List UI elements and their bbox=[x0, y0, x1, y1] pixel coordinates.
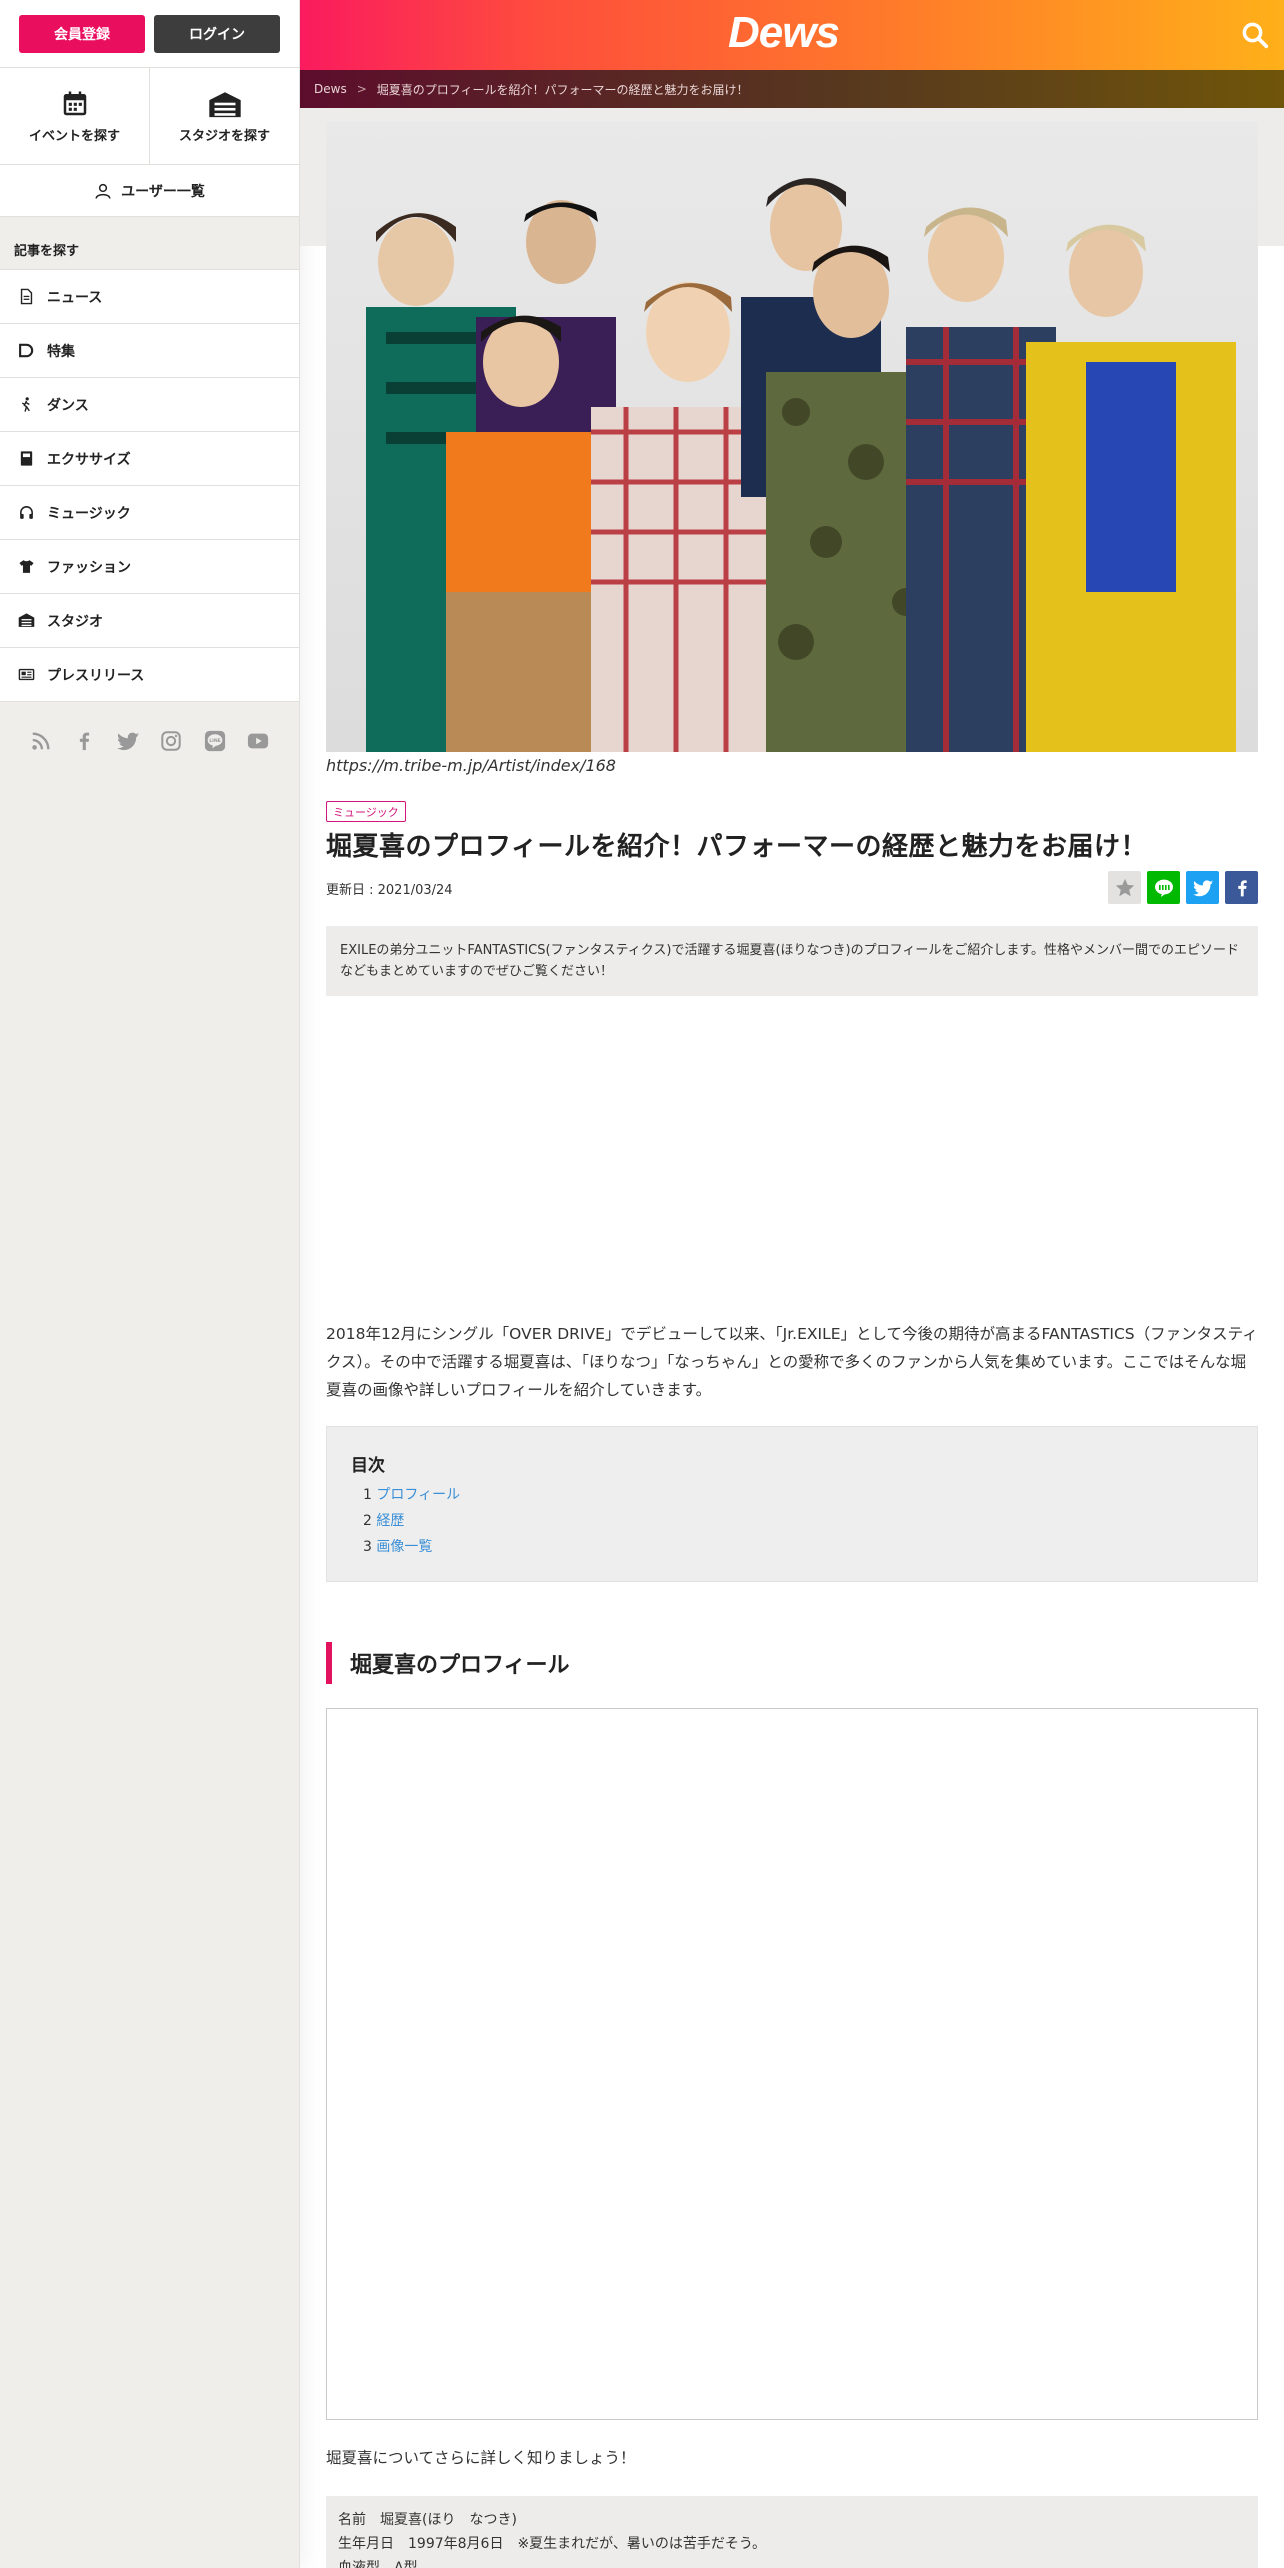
more-info-text: 堀夏喜についてさらに詳しく知りましょう！ bbox=[326, 2449, 636, 2467]
register-button[interactable]: 会員登録 bbox=[19, 14, 145, 53]
image-caption: https://m.tribe-m.jp/Artist/index/168 bbox=[326, 756, 616, 775]
find-studios-button[interactable]: スタジオを探す bbox=[149, 68, 299, 164]
search-icon[interactable] bbox=[1240, 20, 1270, 50]
youtube-icon[interactable] bbox=[246, 728, 272, 754]
intro-paragraph: 2018年12月にシングル「OVER DRIVE」でデビューして以来、「Jr.E… bbox=[326, 1325, 1258, 1399]
breadcrumb-home[interactable]: Dews bbox=[314, 82, 347, 96]
site-logo[interactable]: Dews bbox=[728, 8, 840, 58]
breadcrumb-current: 堀夏喜のプロフィールを紹介！パフォーマーの経歴と魅力をお届け！ bbox=[376, 82, 749, 97]
toc-link-profile[interactable]: プロフィール bbox=[376, 1487, 460, 1503]
lead-summary: EXILEの弟分ユニットFANTASTICS(ファンタスティクス)で活躍する堀夏… bbox=[326, 926, 1258, 996]
user-list-label: ユーザー一覧 bbox=[121, 183, 205, 200]
section-heading: 堀夏喜のプロフィール bbox=[326, 1642, 570, 1684]
toc-number: 1 bbox=[363, 1487, 372, 1503]
category-list: ニュース 特集 ダンス エクササイズ ミュージック ファッション スタジオ プレ… bbox=[0, 269, 299, 702]
calendar-icon bbox=[63, 91, 86, 115]
dancer-icon bbox=[21, 397, 30, 412]
toc-number: 2 bbox=[363, 1513, 372, 1529]
category-dance[interactable]: ダンス bbox=[0, 378, 299, 432]
article-title: 堀夏喜のプロフィールを紹介！パフォーマーの経歴と魅力をお届け！ bbox=[326, 832, 1147, 862]
twitter-share-icon[interactable] bbox=[1186, 871, 1219, 904]
toc-item: 3 画像一覧 bbox=[351, 1534, 1233, 1560]
category-news[interactable]: ニュース bbox=[0, 270, 299, 324]
category-label: ミュージック bbox=[47, 505, 131, 522]
toc-item: 2 経歴 bbox=[351, 1508, 1233, 1534]
category-badge[interactable]: ミュージック bbox=[326, 801, 406, 822]
twitter-icon[interactable] bbox=[115, 728, 141, 754]
profile-line: 名前 堀夏喜(ほり なつき) bbox=[338, 2512, 517, 2528]
facebook-icon[interactable] bbox=[72, 728, 98, 754]
share-buttons bbox=[1108, 871, 1258, 904]
category-label: スタジオ bbox=[47, 613, 103, 630]
category-label: ダンス bbox=[47, 397, 89, 414]
embedded-post[interactable] bbox=[326, 1708, 1258, 2420]
document-icon bbox=[20, 288, 33, 305]
category-label: プレスリリース bbox=[47, 667, 145, 684]
category-label: ニュース bbox=[47, 289, 103, 306]
profile-line: 生年月日 1997年8月6日 ※夏生まれだが、暑いのは苦手だそう。 bbox=[338, 2536, 767, 2552]
user-icon bbox=[95, 183, 111, 199]
group-photo bbox=[326, 122, 1258, 752]
hero-image bbox=[326, 122, 1258, 752]
breadcrumb: Dews > 堀夏喜のプロフィールを紹介！パフォーマーの経歴と魅力をお届け！ bbox=[300, 70, 1284, 108]
instagram-icon[interactable] bbox=[159, 728, 185, 754]
category-label: ファッション bbox=[47, 559, 131, 576]
updated-date: 更新日 : 2021/03/24 bbox=[326, 883, 453, 898]
find-row: イベントを探す スタジオを探す bbox=[0, 68, 299, 165]
toc-title: 目次 bbox=[351, 1456, 385, 1476]
sidebar: 会員登録 ログイン イベントを探す スタジオを探す ユーザー一覧 記事を探す ニ… bbox=[0, 0, 300, 2568]
category-music[interactable]: ミュージック bbox=[0, 486, 299, 540]
user-list-link[interactable]: ユーザー一覧 bbox=[0, 165, 299, 217]
favorite-star-icon[interactable] bbox=[1108, 871, 1141, 904]
line-icon[interactable]: LINE bbox=[202, 728, 228, 754]
toc-item: 1 プロフィール bbox=[351, 1482, 1233, 1508]
find-events-button[interactable]: イベントを探す bbox=[0, 68, 149, 164]
category-fashion[interactable]: ファッション bbox=[0, 540, 299, 594]
shirt-icon bbox=[19, 560, 34, 573]
category-exercise[interactable]: エクササイズ bbox=[0, 432, 299, 486]
auth-row: 会員登録 ログイン bbox=[0, 0, 299, 68]
rss-icon[interactable] bbox=[28, 728, 54, 754]
svg-text:LINE: LINE bbox=[209, 738, 221, 744]
find-studios-label: スタジオを探す bbox=[178, 128, 270, 144]
category-label: 特集 bbox=[47, 343, 75, 360]
profile-line: 血液型 A型 bbox=[338, 2560, 418, 2568]
header: Dews bbox=[300, 0, 1284, 70]
toc-link-career[interactable]: 経歴 bbox=[376, 1513, 404, 1529]
newspaper-icon bbox=[18, 668, 35, 681]
profile-box: 名前 堀夏喜(ほり なつき) 生年月日 1997年8月6日 ※夏生まれだが、暑い… bbox=[326, 2496, 1258, 2568]
tag-icon bbox=[19, 343, 34, 358]
studio-icon bbox=[208, 91, 241, 117]
line-share-icon[interactable] bbox=[1147, 871, 1180, 904]
category-label: エクササイズ bbox=[47, 451, 131, 468]
breadcrumb-separator: > bbox=[356, 82, 367, 96]
facebook-share-icon[interactable] bbox=[1225, 871, 1258, 904]
table-of-contents: 目次 1 プロフィール 2 経歴 3 画像一覧 bbox=[326, 1426, 1258, 1582]
book-icon bbox=[20, 451, 33, 466]
login-button[interactable]: ログイン bbox=[154, 14, 280, 53]
garage-icon bbox=[18, 613, 35, 627]
category-studio[interactable]: スタジオ bbox=[0, 594, 299, 648]
side-heading: 記事を探す bbox=[14, 243, 80, 259]
social-links: LINE bbox=[0, 702, 299, 780]
category-feature[interactable]: 特集 bbox=[0, 324, 299, 378]
toc-link-gallery[interactable]: 画像一覧 bbox=[376, 1539, 432, 1555]
category-press[interactable]: プレスリリース bbox=[0, 648, 299, 702]
toc-number: 3 bbox=[363, 1539, 372, 1555]
headphones-icon bbox=[20, 506, 33, 519]
find-events-label: イベントを探す bbox=[28, 128, 120, 144]
